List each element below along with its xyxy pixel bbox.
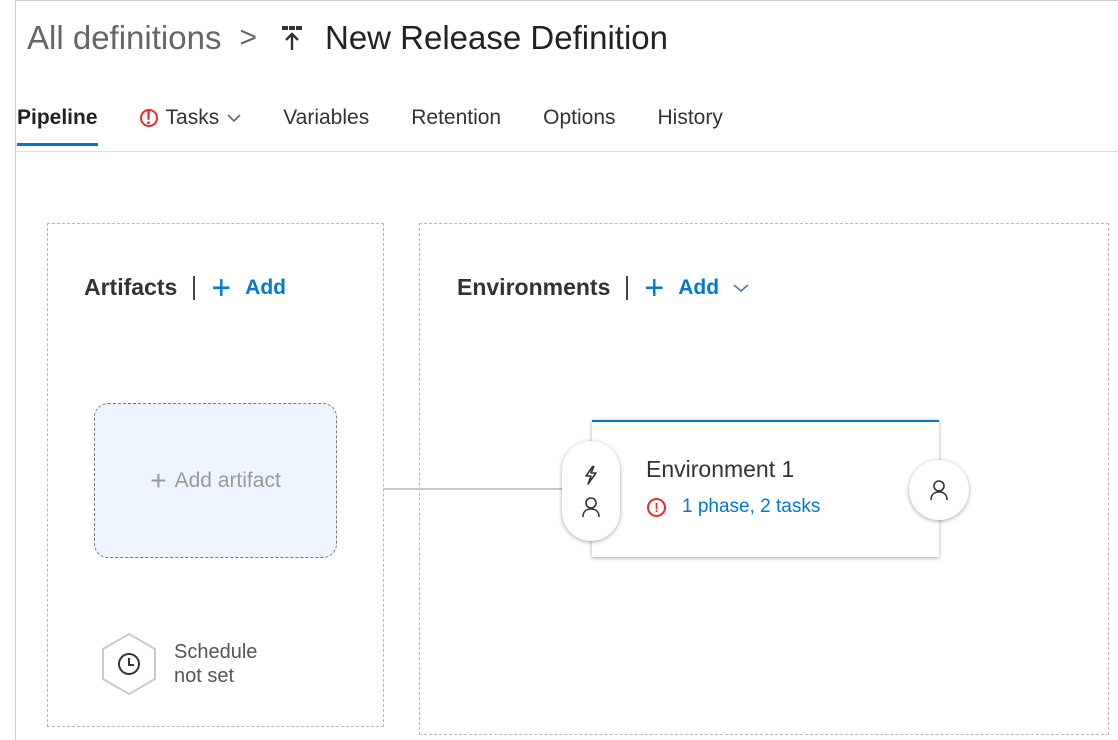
tabs-divider <box>15 151 1118 152</box>
tab-pipeline-label: Pipeline <box>17 106 98 129</box>
environment-name: Environment 1 <box>646 456 795 482</box>
add-environment-button[interactable]: + Add <box>644 268 749 307</box>
tab-retention[interactable]: Retention <box>411 96 501 140</box>
approver-person-icon <box>582 497 600 518</box>
release-definition-icon <box>279 24 305 52</box>
error-icon: ! <box>647 497 666 517</box>
tab-tasks-label: Tasks <box>165 106 220 129</box>
tab-variables-label: Variables <box>283 106 370 129</box>
environment-card[interactable]: Environment 1 ! 1 phase, 2 tasks <box>592 420 939 557</box>
environment-status-link[interactable]: ! 1 phase, 2 tasks <box>647 496 820 518</box>
trigger-lightning-icon <box>585 465 597 485</box>
environments-header: Environments + Add <box>457 268 749 307</box>
approver-person-icon <box>930 480 948 501</box>
tab-options[interactable]: Options <box>543 96 615 140</box>
plus-icon: + <box>150 464 167 496</box>
tab-variables[interactable]: Variables <box>283 96 369 140</box>
add-environment-label: Add <box>678 275 720 299</box>
window-frame-left <box>15 0 16 740</box>
add-artifact-header-button[interactable]: + Add <box>211 268 286 307</box>
breadcrumb-all-definitions-link[interactable]: All definitions <box>27 19 221 57</box>
environment-status-text: 1 phase, 2 tasks <box>682 496 821 517</box>
tab-options-label: Options <box>543 106 616 129</box>
chevron-down-icon <box>733 283 749 293</box>
add-artifact-header-label: Add <box>245 275 286 299</box>
schedule-line-2: not set <box>174 665 235 687</box>
pre-deployment-conditions-button[interactable] <box>562 441 620 541</box>
breadcrumb-separator: > <box>239 21 257 54</box>
schedule-line-1: Schedule <box>174 641 258 663</box>
schedule-trigger: Schedule not set <box>100 632 257 696</box>
plus-icon: + <box>644 268 665 307</box>
schedule-status-text: Schedule not set <box>174 640 257 688</box>
page-title: New Release Definition <box>324 19 668 56</box>
add-artifact-tile[interactable]: + Add artifact <box>94 403 337 558</box>
plus-icon: + <box>211 268 232 307</box>
tab-retention-label: Retention <box>411 106 502 129</box>
window-frame-top <box>15 0 1118 8</box>
chevron-down-icon <box>227 113 241 123</box>
add-artifact-label: Add artifact <box>174 468 281 492</box>
artifacts-label: Artifacts <box>84 274 178 300</box>
artifacts-panel: Artifacts + Add + Add artifact Schedule … <box>47 223 384 727</box>
header-divider <box>193 275 196 300</box>
tab-tasks[interactable]: ! Tasks <box>139 96 242 140</box>
environments-label: Environments <box>457 274 611 300</box>
header-divider <box>626 275 629 300</box>
schedule-clock-icon[interactable] <box>100 632 158 696</box>
breadcrumb: All definitions > New Release Definition <box>27 16 668 60</box>
tab-bar: Pipeline ! Tasks Variables Retention Opt… <box>17 96 765 152</box>
tab-history[interactable]: History <box>658 96 723 140</box>
post-deployment-approvers-button[interactable] <box>909 460 969 520</box>
artifacts-header: Artifacts + Add <box>84 268 286 307</box>
tab-history-label: History <box>657 106 723 129</box>
pipeline-connector-line <box>384 488 564 490</box>
error-icon: ! <box>139 109 158 127</box>
tab-pipeline[interactable]: Pipeline <box>17 96 98 146</box>
